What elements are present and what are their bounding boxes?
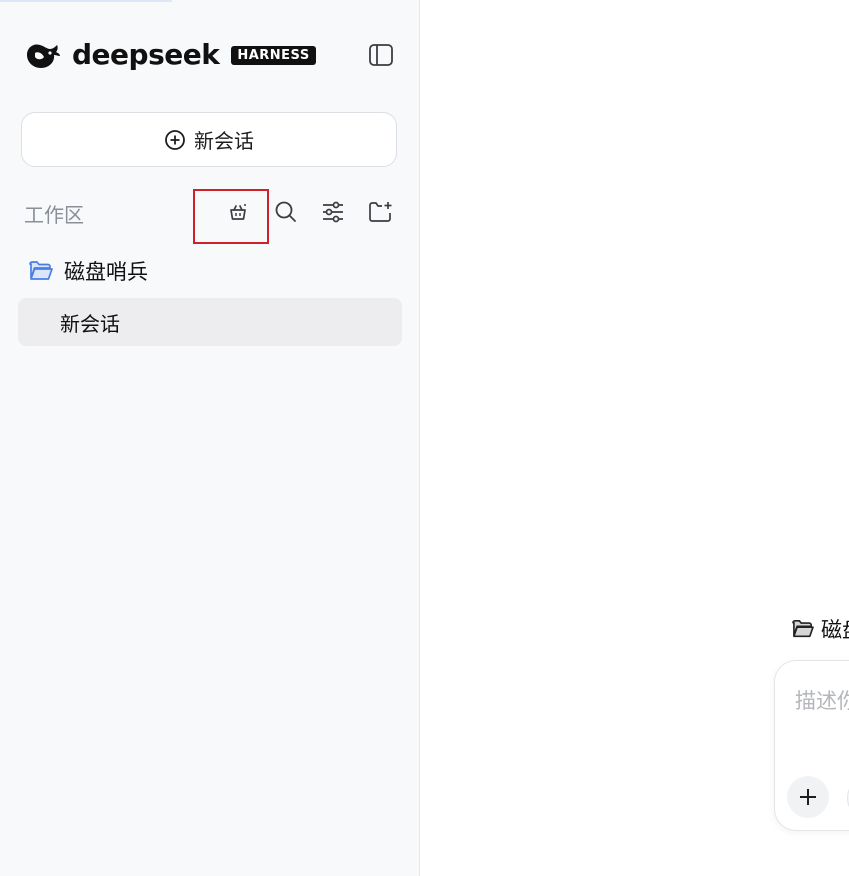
main-folder-label: 磁盘 bbox=[821, 619, 849, 642]
add-attachment-button[interactable] bbox=[787, 776, 829, 818]
new-chat-button[interactable]: 新会话 bbox=[21, 112, 397, 167]
folder-open-icon bbox=[792, 620, 814, 638]
workspace-folder[interactable]: 磁盘哨兵 bbox=[28, 256, 148, 286]
sidebar: deepseek HARNESS 新会话 工作区 磁盘哨兵 新会话 bbox=[0, 0, 420, 876]
brand-badge: HARNESS bbox=[231, 45, 316, 65]
sidebar-toggle-icon bbox=[369, 44, 393, 66]
new-folder-icon bbox=[369, 202, 392, 222]
search-icon bbox=[275, 201, 296, 222]
composer-placeholder[interactable]: 描述你 bbox=[795, 685, 849, 715]
folder-open-icon bbox=[29, 261, 53, 280]
brand-logo: deepseek HARNESS bbox=[24, 38, 316, 72]
highlight-box bbox=[193, 189, 269, 244]
session-item-active[interactable]: 新会话 bbox=[18, 298, 402, 346]
workspace-label: 工作区 bbox=[24, 205, 84, 227]
filter-button[interactable] bbox=[318, 197, 348, 227]
session-label: 新会话 bbox=[60, 313, 120, 336]
brand-wordmark: deepseek bbox=[72, 38, 220, 71]
sidebar-toggle-button[interactable] bbox=[366, 40, 396, 70]
plus-icon bbox=[800, 789, 816, 805]
search-button[interactable] bbox=[271, 197, 301, 227]
message-composer[interactable]: 描述你 bbox=[774, 660, 849, 831]
new-chat-label: 新会话 bbox=[194, 131, 254, 153]
folder-label: 磁盘哨兵 bbox=[64, 261, 148, 284]
plus-circle-icon bbox=[165, 129, 185, 150]
new-folder-button[interactable] bbox=[366, 197, 396, 227]
whale-logo-icon bbox=[27, 44, 60, 68]
main-folder-chip[interactable]: 磁盘 bbox=[791, 614, 849, 644]
top-accent-line bbox=[0, 0, 172, 2]
filter-sliders-icon bbox=[323, 201, 343, 223]
